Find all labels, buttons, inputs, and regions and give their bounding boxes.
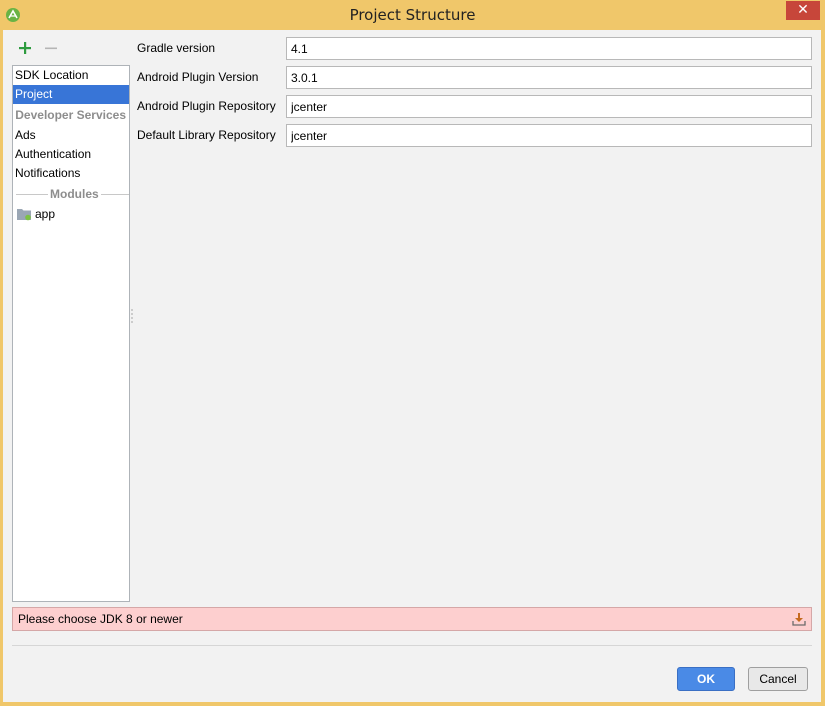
bottom-separator: [12, 645, 812, 646]
android-plugin-version-label: Android Plugin Version: [137, 70, 259, 84]
list-item-project[interactable]: Project: [13, 85, 129, 104]
module-folder-icon: [17, 209, 31, 221]
download-icon[interactable]: [792, 612, 806, 626]
android-plugin-repository-field[interactable]: [286, 95, 812, 118]
ok-button[interactable]: OK: [677, 667, 735, 691]
android-plugin-repository-label: Android Plugin Repository: [137, 99, 276, 113]
modules-header-label: Modules: [48, 185, 101, 204]
default-library-repository-label: Default Library Repository: [137, 128, 276, 142]
default-library-repository-field[interactable]: [286, 124, 812, 147]
list-item-module-app[interactable]: app: [13, 205, 129, 224]
project-structure-window: Project Structure ✕ SDK Location Project…: [0, 0, 825, 706]
error-message: Please choose JDK 8 or newer: [18, 612, 183, 626]
title-bar[interactable]: Project Structure ✕: [0, 0, 825, 30]
close-button[interactable]: ✕: [786, 1, 820, 20]
cancel-button[interactable]: Cancel: [748, 667, 808, 691]
list-item-ads[interactable]: Ads: [13, 126, 129, 145]
plus-icon[interactable]: [17, 40, 33, 56]
minus-icon[interactable]: [43, 40, 59, 56]
android-plugin-version-field[interactable]: [286, 66, 812, 89]
dialog-body: SDK Location Project Developer Services …: [3, 30, 821, 702]
list-item-notifications[interactable]: Notifications: [13, 164, 129, 183]
list-item-authentication[interactable]: Authentication: [13, 145, 129, 164]
module-app-label: app: [35, 207, 56, 221]
window-title: Project Structure: [349, 6, 476, 24]
modules-header: Modules: [13, 185, 129, 204]
splitter-handle[interactable]: [130, 308, 134, 328]
developer-services-header: Developer Services: [15, 108, 126, 122]
configuration-list[interactable]: SDK Location Project Developer Services …: [12, 65, 130, 602]
gradle-version-label: Gradle version: [137, 41, 216, 55]
gradle-version-field[interactable]: [286, 37, 812, 60]
list-item-sdk-location[interactable]: SDK Location: [13, 66, 129, 85]
error-notification-bar: Please choose JDK 8 or newer: [12, 607, 812, 631]
